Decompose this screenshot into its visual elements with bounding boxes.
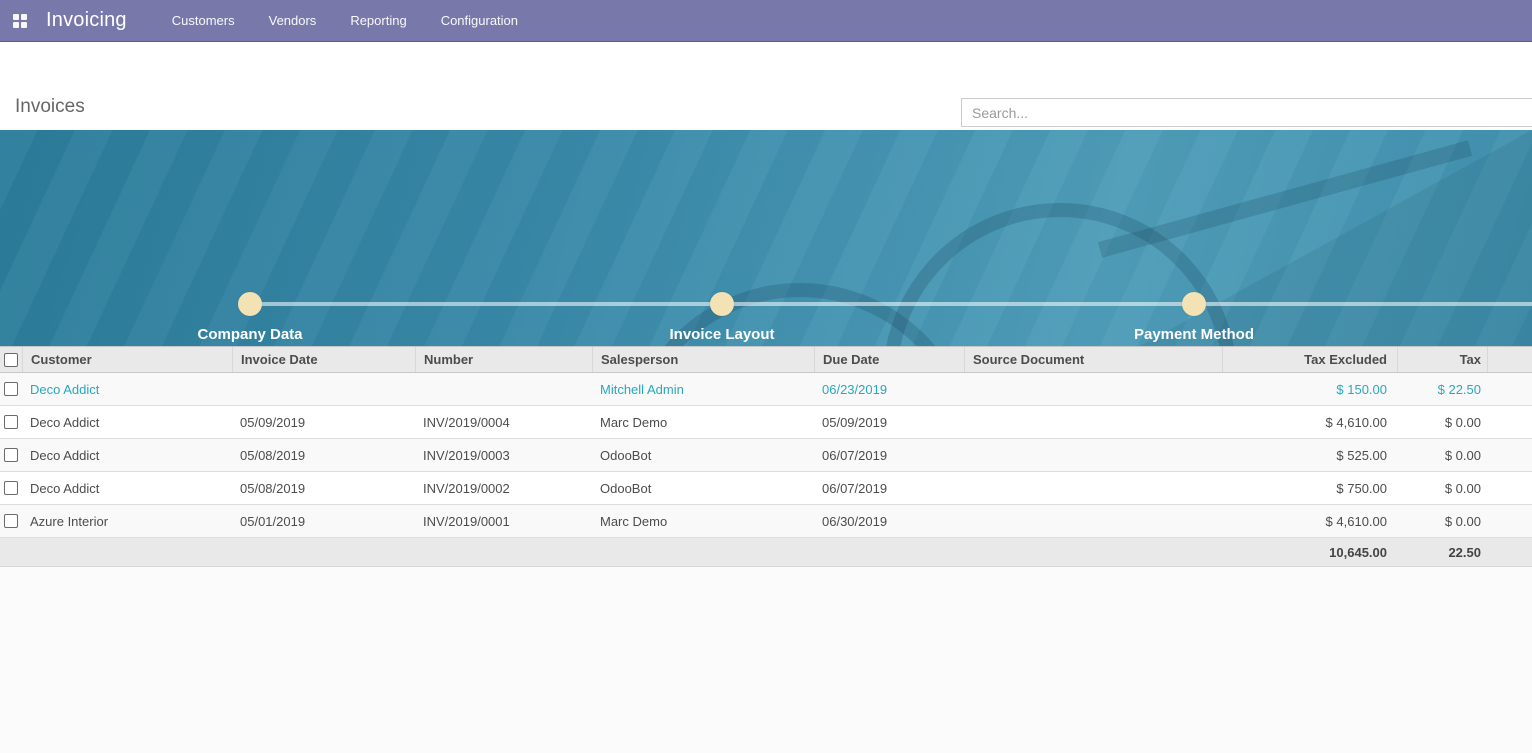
cell-tax-excluded: $ 4,610.00: [1222, 415, 1397, 430]
apps-menu-icon[interactable]: [0, 0, 40, 42]
cell-salesperson: Marc Demo: [592, 514, 814, 529]
row-checkbox[interactable]: [4, 448, 18, 462]
list-totals-row: 10,645.00 22.50: [0, 538, 1532, 567]
column-tax[interactable]: Tax: [1397, 347, 1487, 372]
app-title[interactable]: Invoicing: [46, 9, 127, 32]
invoice-list: Customer Invoice Date Number Salesperson…: [0, 346, 1532, 567]
column-invoice-date[interactable]: Invoice Date: [232, 347, 415, 372]
invoice-row[interactable]: Deco Addict Mitchell Admin 06/23/2019 $ …: [0, 373, 1532, 406]
step-dot-invoice-layout: [710, 292, 734, 316]
cell-tax-excluded: $ 150.00: [1222, 382, 1397, 397]
search-input[interactable]: [961, 98, 1532, 127]
onboarding-step-invoice-layout: Invoice Layout Customize the look of you…: [552, 326, 892, 346]
cell-tax: $ 0.00: [1397, 415, 1487, 430]
step-dot-payment-method: [1182, 292, 1206, 316]
cell-tax-excluded: $ 750.00: [1222, 481, 1397, 496]
cell-tax: $ 22.50: [1397, 382, 1487, 397]
cell-salesperson: OdooBot: [592, 481, 814, 496]
cell-invoice-date: 05/08/2019: [232, 481, 415, 496]
cell-customer: Azure Interior: [22, 514, 232, 529]
invoice-row[interactable]: Deco Addict 05/08/2019 INV/2019/0002 Odo…: [0, 472, 1532, 505]
cell-invoice-date: 05/08/2019: [232, 448, 415, 463]
row-checkbox[interactable]: [4, 415, 18, 429]
cell-customer: Deco Addict: [22, 481, 232, 496]
cell-number: INV/2019/0001: [415, 514, 592, 529]
step-title: Company Data: [80, 326, 420, 343]
cell-due-date: 06/23/2019: [814, 382, 964, 397]
invoice-row[interactable]: Deco Addict 05/09/2019 INV/2019/0004 Mar…: [0, 406, 1532, 439]
select-all-checkbox[interactable]: [4, 353, 18, 367]
main-menu: Customers Vendors Reporting Configuratio…: [155, 0, 535, 42]
column-salesperson[interactable]: Salesperson: [592, 347, 814, 372]
cell-due-date: 06/07/2019: [814, 448, 964, 463]
column-extra: [1487, 347, 1532, 372]
cell-tax: $ 0.00: [1397, 481, 1487, 496]
cell-customer: Deco Addict: [22, 415, 232, 430]
cell-tax: $ 0.00: [1397, 448, 1487, 463]
control-panel: Invoices + Create Import Filters ▾ ≡ Gro…: [0, 42, 1532, 130]
cell-customer: Deco Addict: [22, 382, 232, 397]
cell-customer: Deco Addict: [22, 448, 232, 463]
page-title: Invoices: [15, 96, 85, 118]
onboarding-step-company-data: Company Data Set your company's data for…: [80, 326, 420, 346]
grid-icon: [13, 14, 27, 28]
step-title: Invoice Layout: [552, 326, 892, 343]
row-checkbox[interactable]: [4, 481, 18, 495]
row-checkbox[interactable]: [4, 382, 18, 396]
cell-salesperson: Marc Demo: [592, 415, 814, 430]
onboarding-progress-line: [250, 302, 1532, 306]
menu-customers[interactable]: Customers: [155, 0, 252, 42]
total-tax: 22.50: [1397, 545, 1487, 560]
cell-salesperson: Mitchell Admin: [592, 382, 814, 397]
cell-tax-excluded: $ 4,610.00: [1222, 514, 1397, 529]
list-header-row: Customer Invoice Date Number Salesperson…: [0, 346, 1532, 373]
select-all-cell[interactable]: [0, 347, 22, 372]
column-number[interactable]: Number: [415, 347, 592, 372]
step-dot-company-data: [238, 292, 262, 316]
invoice-row[interactable]: Deco Addict 05/08/2019 INV/2019/0003 Odo…: [0, 439, 1532, 472]
cell-number: INV/2019/0004: [415, 415, 592, 430]
cell-tax: $ 0.00: [1397, 514, 1487, 529]
glasses-background-image: [540, 130, 1532, 346]
onboarding-step-payment-method: Payment Method Configure your payment me…: [1024, 326, 1364, 346]
cell-due-date: 05/09/2019: [814, 415, 964, 430]
cell-salesperson: OdooBot: [592, 448, 814, 463]
top-navbar: Invoicing Customers Vendors Reporting Co…: [0, 0, 1532, 42]
column-tax-excluded[interactable]: Tax Excluded: [1222, 347, 1397, 372]
onboarding-banner: Company Data Set your company's data for…: [0, 130, 1532, 346]
menu-vendors[interactable]: Vendors: [252, 0, 334, 42]
total-tax-excluded: 10,645.00: [1222, 545, 1397, 560]
menu-configuration[interactable]: Configuration: [424, 0, 535, 42]
cell-due-date: 06/30/2019: [814, 514, 964, 529]
cell-tax-excluded: $ 525.00: [1222, 448, 1397, 463]
cell-number: INV/2019/0002: [415, 481, 592, 496]
menu-reporting[interactable]: Reporting: [333, 0, 423, 42]
list-body: Deco Addict Mitchell Admin 06/23/2019 $ …: [0, 373, 1532, 538]
column-customer[interactable]: Customer: [22, 347, 232, 372]
step-title: Payment Method: [1024, 326, 1364, 343]
row-checkbox[interactable]: [4, 514, 18, 528]
cell-due-date: 06/07/2019: [814, 481, 964, 496]
invoice-row[interactable]: Azure Interior 05/01/2019 INV/2019/0001 …: [0, 505, 1532, 538]
cell-number: INV/2019/0003: [415, 448, 592, 463]
column-source-document[interactable]: Source Document: [964, 347, 1222, 372]
column-due-date[interactable]: Due Date: [814, 347, 964, 372]
cell-invoice-date: 05/09/2019: [232, 415, 415, 430]
cell-invoice-date: 05/01/2019: [232, 514, 415, 529]
